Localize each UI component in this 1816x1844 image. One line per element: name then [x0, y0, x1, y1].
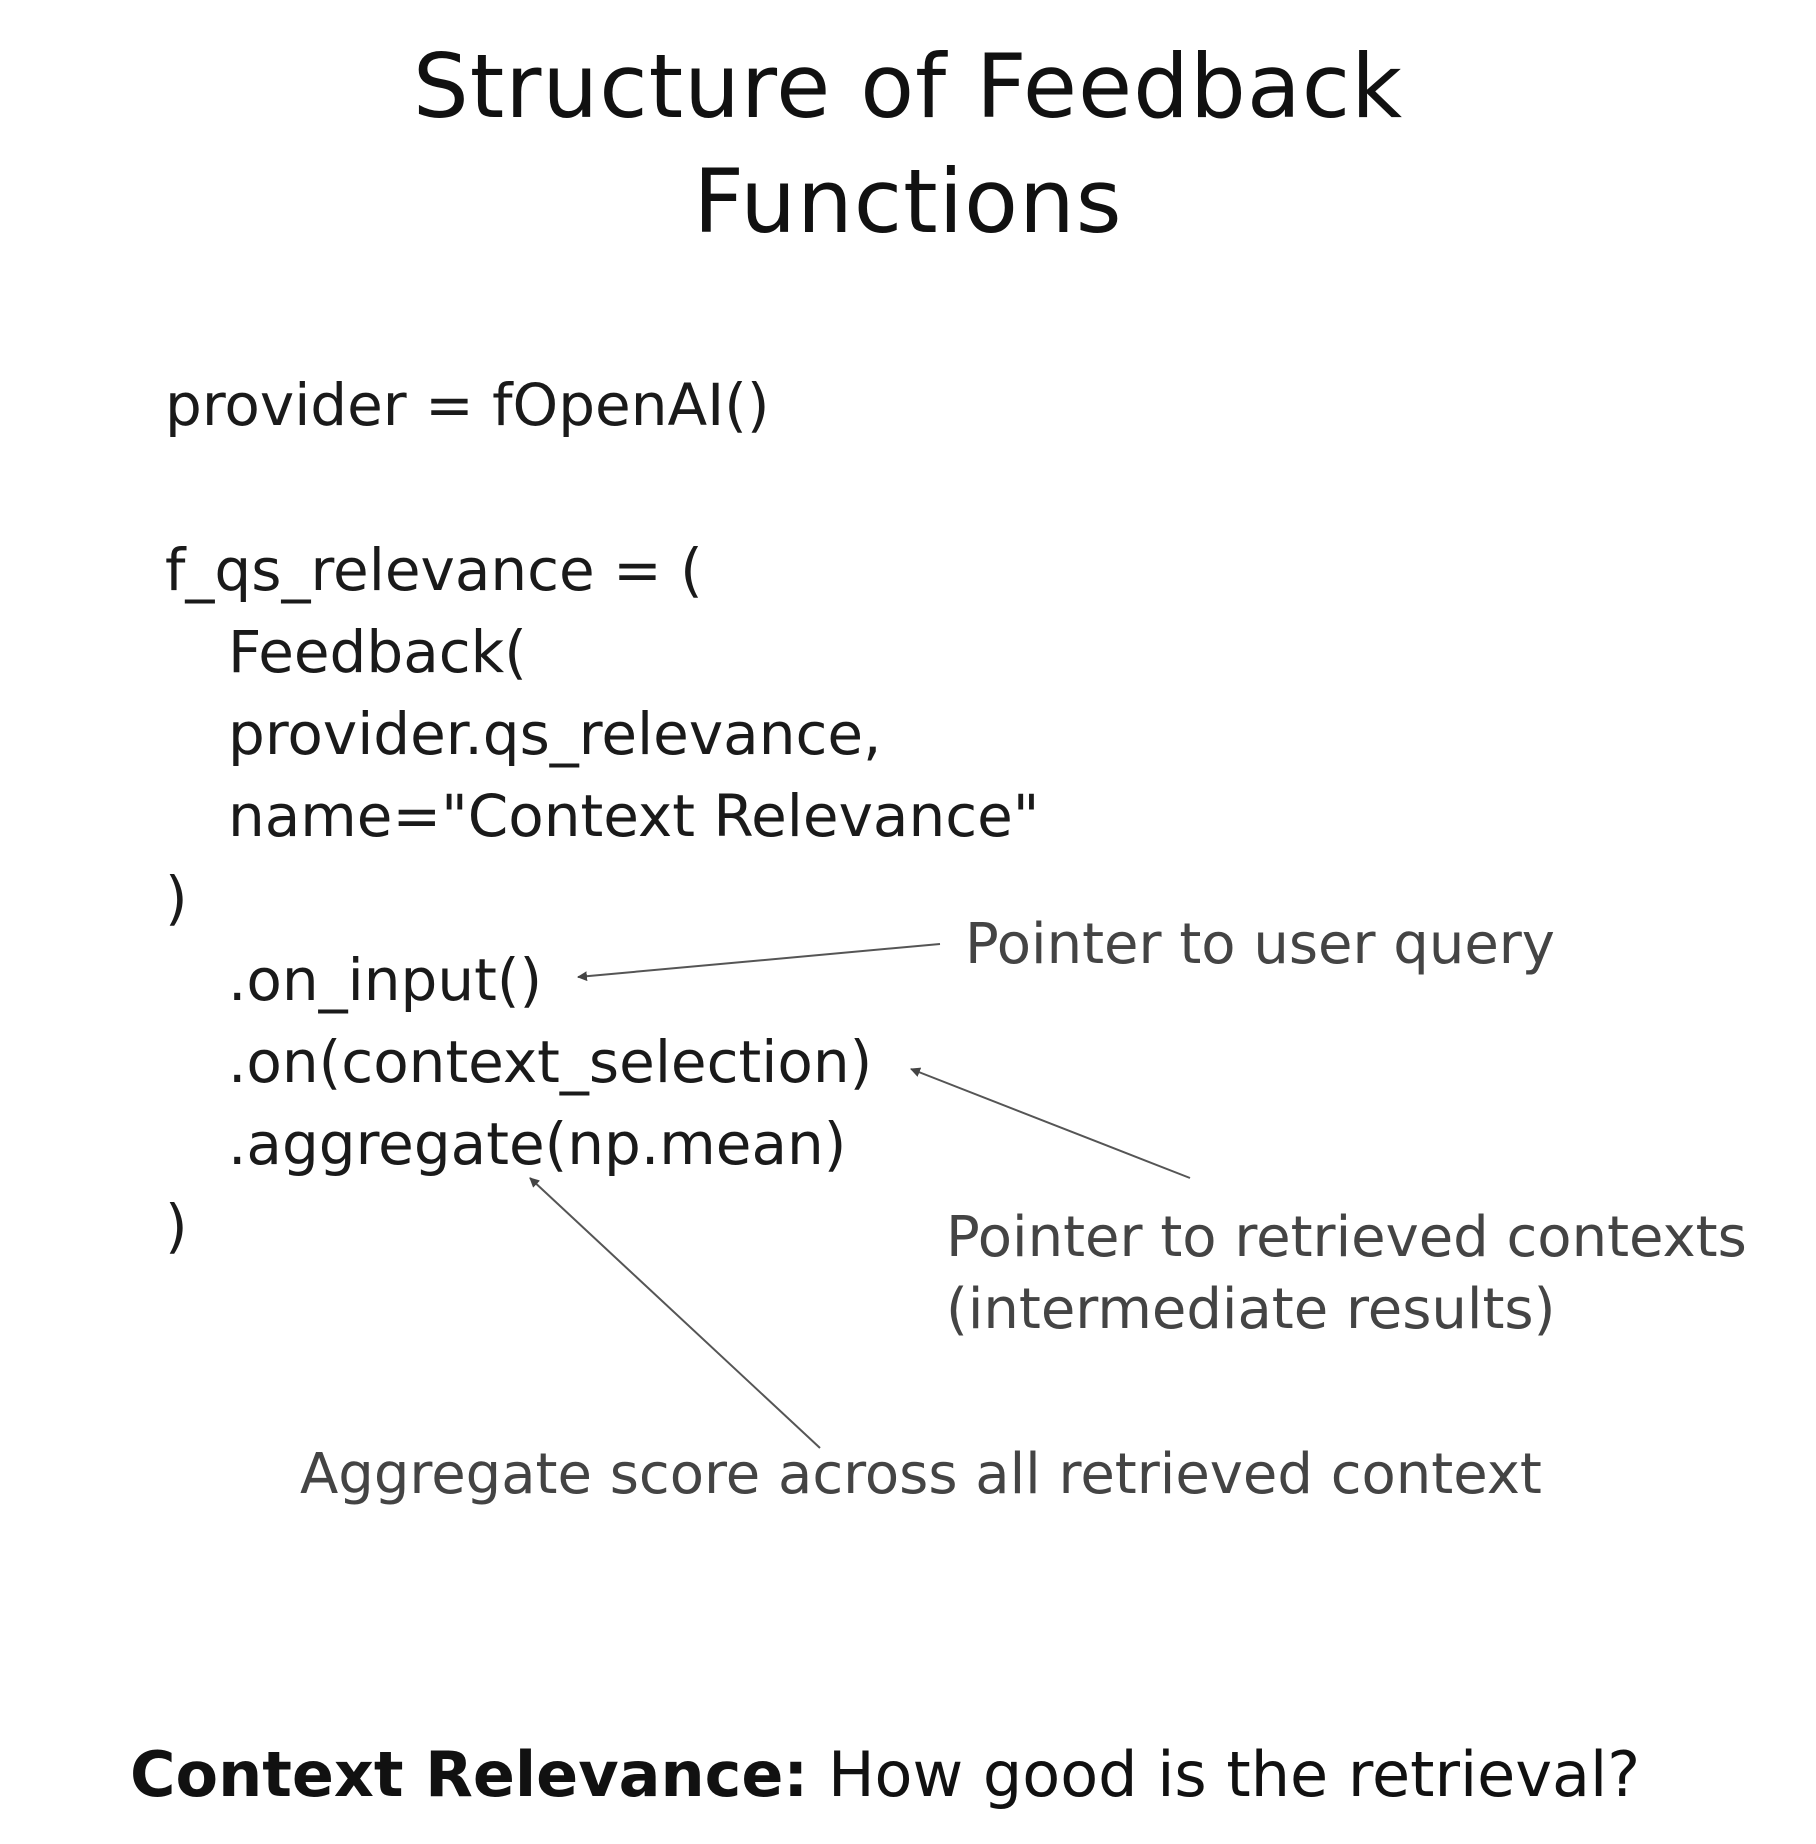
footer-term: Context Relevance:: [130, 1738, 809, 1811]
annotation-retrieved-contexts-line-2: (intermediate results): [946, 1277, 1556, 1342]
footer-caption: Context Relevance: How good is the retri…: [130, 1735, 1640, 1815]
code-line-name-arg: name="Context Relevance": [228, 782, 1040, 850]
code-line-assignment: f_qs_relevance = (: [165, 536, 703, 604]
code-line-close-paren: ): [165, 864, 188, 932]
slide-title-line-2: Functions: [693, 150, 1123, 253]
arrow-user-query: [577, 943, 941, 982]
code-line-feedback-call: Feedback(: [228, 618, 527, 686]
annotation-retrieved-contexts-line-1: Pointer to retrieved contexts: [946, 1205, 1747, 1270]
annotation-aggregate: Aggregate score across all retrieved con…: [300, 1442, 1542, 1507]
code-line-on-input: .on_input(): [228, 946, 543, 1014]
code-line-provider-method: provider.qs_relevance,: [228, 700, 882, 768]
annotation-user-query: Pointer to user query: [965, 912, 1555, 977]
code-line-final-paren: ): [165, 1192, 188, 1260]
code-line-provider: provider = fOpenAI(): [165, 371, 770, 439]
arrow-aggregate: [529, 1177, 821, 1449]
code-line-aggregate: .aggregate(np.mean): [228, 1110, 847, 1178]
code-line-on-context: .on(context_selection): [228, 1028, 873, 1096]
slide-title-line-1: Structure of Feedback: [412, 35, 1404, 138]
arrow-retrieved-contexts: [910, 1067, 1191, 1179]
footer-question: How good is the retrieval?: [827, 1738, 1641, 1811]
